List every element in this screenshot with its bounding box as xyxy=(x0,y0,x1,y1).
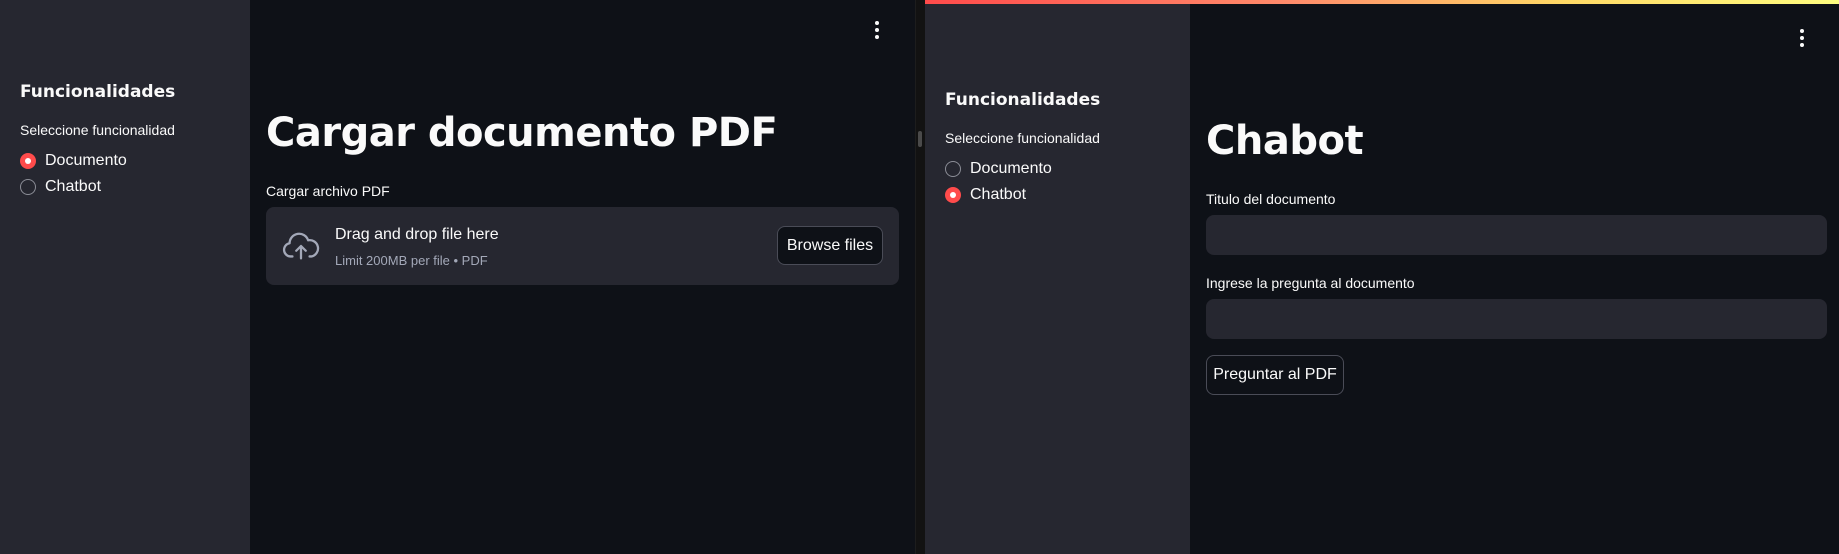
kebab-menu-icon[interactable] xyxy=(868,19,886,41)
split-divider[interactable] xyxy=(915,0,925,554)
dropzone-instructions: Drag and drop file here xyxy=(335,226,499,243)
radio-unchecked-icon[interactable] xyxy=(945,161,961,177)
sidebar: Funcionalidades Seleccione funcionalidad… xyxy=(0,0,250,554)
file-dropzone[interactable]: Drag and drop file here Limit 200MB per … xyxy=(266,207,899,285)
radio-checked-icon[interactable] xyxy=(20,153,36,169)
dropzone-limit-text: Limit 200MB per file • PDF xyxy=(335,253,488,268)
radio-option-label: Chatbot xyxy=(45,178,102,195)
radio-option-label: Chatbot xyxy=(970,186,1027,203)
left-app-window: Funcionalidades Seleccione funcionalidad… xyxy=(0,0,915,554)
decoration-top-bar xyxy=(925,0,1839,4)
sidebar: Funcionalidades Seleccione funcionalidad… xyxy=(925,0,1190,554)
uploader-label: Cargar archivo PDF xyxy=(266,183,390,199)
sidebar-title: Funcionalidades xyxy=(945,90,1101,110)
question-input[interactable] xyxy=(1206,299,1827,339)
document-title-input[interactable] xyxy=(1206,215,1827,255)
sidebar-title: Funcionalidades xyxy=(20,82,176,102)
title-field-label: Titulo del documento xyxy=(1206,191,1336,207)
page-title: Cargar documento PDF xyxy=(266,110,778,156)
radio-option-label: Documento xyxy=(45,152,127,169)
radio-option-label: Documento xyxy=(970,160,1052,177)
radio-group-label: Seleccione funcionalidad xyxy=(20,122,175,138)
radio-checked-icon[interactable] xyxy=(945,187,961,203)
split-divider-handle[interactable] xyxy=(918,131,922,147)
radio-option-documento[interactable]: Documento xyxy=(20,152,127,170)
radio-unchecked-icon[interactable] xyxy=(20,179,36,195)
kebab-menu-icon[interactable] xyxy=(1793,27,1811,49)
radio-option-documento[interactable]: Documento xyxy=(945,160,1052,178)
radio-option-chatbot[interactable]: Chatbot xyxy=(945,186,1026,204)
question-field-label: Ingrese la pregunta al documento xyxy=(1206,275,1415,291)
upload-cloud-icon xyxy=(282,232,320,260)
browse-files-button[interactable]: Browse files xyxy=(777,226,883,265)
page-title: Chabot xyxy=(1206,118,1364,164)
radio-option-chatbot[interactable]: Chatbot xyxy=(20,178,101,196)
ask-pdf-button[interactable]: Preguntar al PDF xyxy=(1206,355,1344,395)
radio-group-label: Seleccione funcionalidad xyxy=(945,130,1100,146)
right-app-window: Funcionalidades Seleccione funcionalidad… xyxy=(925,0,1839,554)
